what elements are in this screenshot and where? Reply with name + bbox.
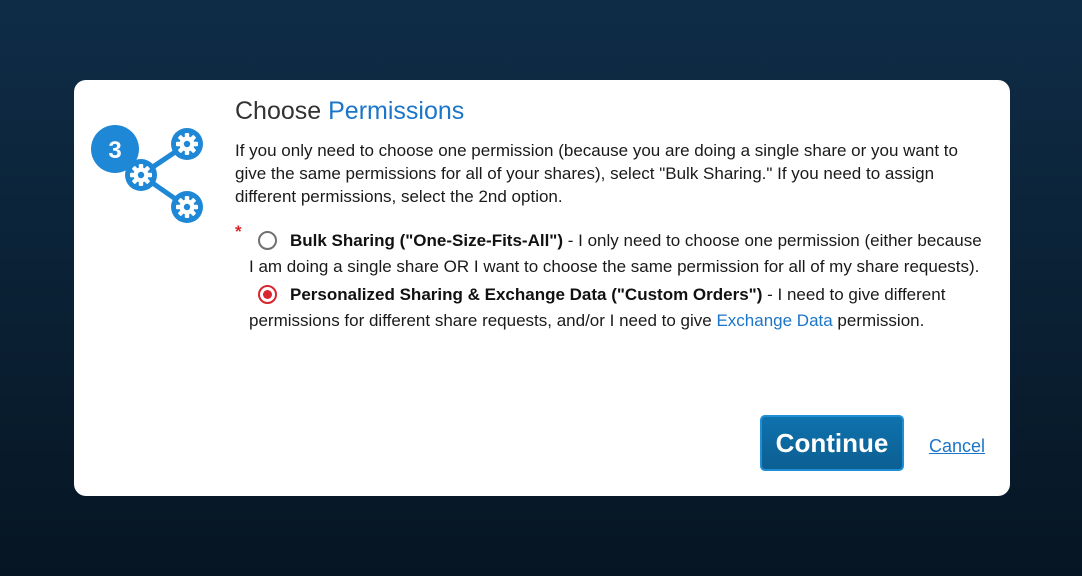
personalized-sharing-radio[interactable] xyxy=(258,285,277,304)
step-number: 3 xyxy=(108,137,121,164)
bulk-sharing-label: Bulk Sharing ("One-Size-Fits-All") xyxy=(290,231,564,250)
gear-icon xyxy=(171,128,203,160)
permission-options: * Bulk Sharing ("One-Size-Fits-All") - I… xyxy=(235,222,987,333)
exchange-data-link[interactable]: Exchange Data xyxy=(716,311,832,330)
share-gears-icon: 3 xyxy=(91,125,203,223)
title-accent: Permissions xyxy=(328,97,465,125)
gear-icon xyxy=(171,191,203,223)
option-personalized-sharing[interactable]: Personalized Sharing & Exchange Data ("C… xyxy=(235,282,987,333)
bulk-sharing-radio[interactable] xyxy=(258,231,277,250)
cancel-link[interactable]: Cancel xyxy=(929,436,985,457)
personalized-sharing-desc-end: permission. xyxy=(832,310,925,330)
personalized-sharing-label: Personalized Sharing & Exchange Data ("C… xyxy=(290,285,763,304)
choose-permissions-dialog: 3 Choose Permissions If you only need to… xyxy=(74,80,1010,496)
gear-icon xyxy=(125,159,157,191)
intro-text: If you only need to choose one permissio… xyxy=(235,141,958,206)
title-prefix: Choose xyxy=(235,97,322,125)
continue-button[interactable]: Continue xyxy=(760,415,904,471)
dialog-content: Choose Permissions If you only need to c… xyxy=(235,96,987,333)
option-bulk-sharing[interactable]: Bulk Sharing ("One-Size-Fits-All") - I o… xyxy=(235,228,987,279)
dialog-title: Choose Permissions xyxy=(235,96,987,126)
